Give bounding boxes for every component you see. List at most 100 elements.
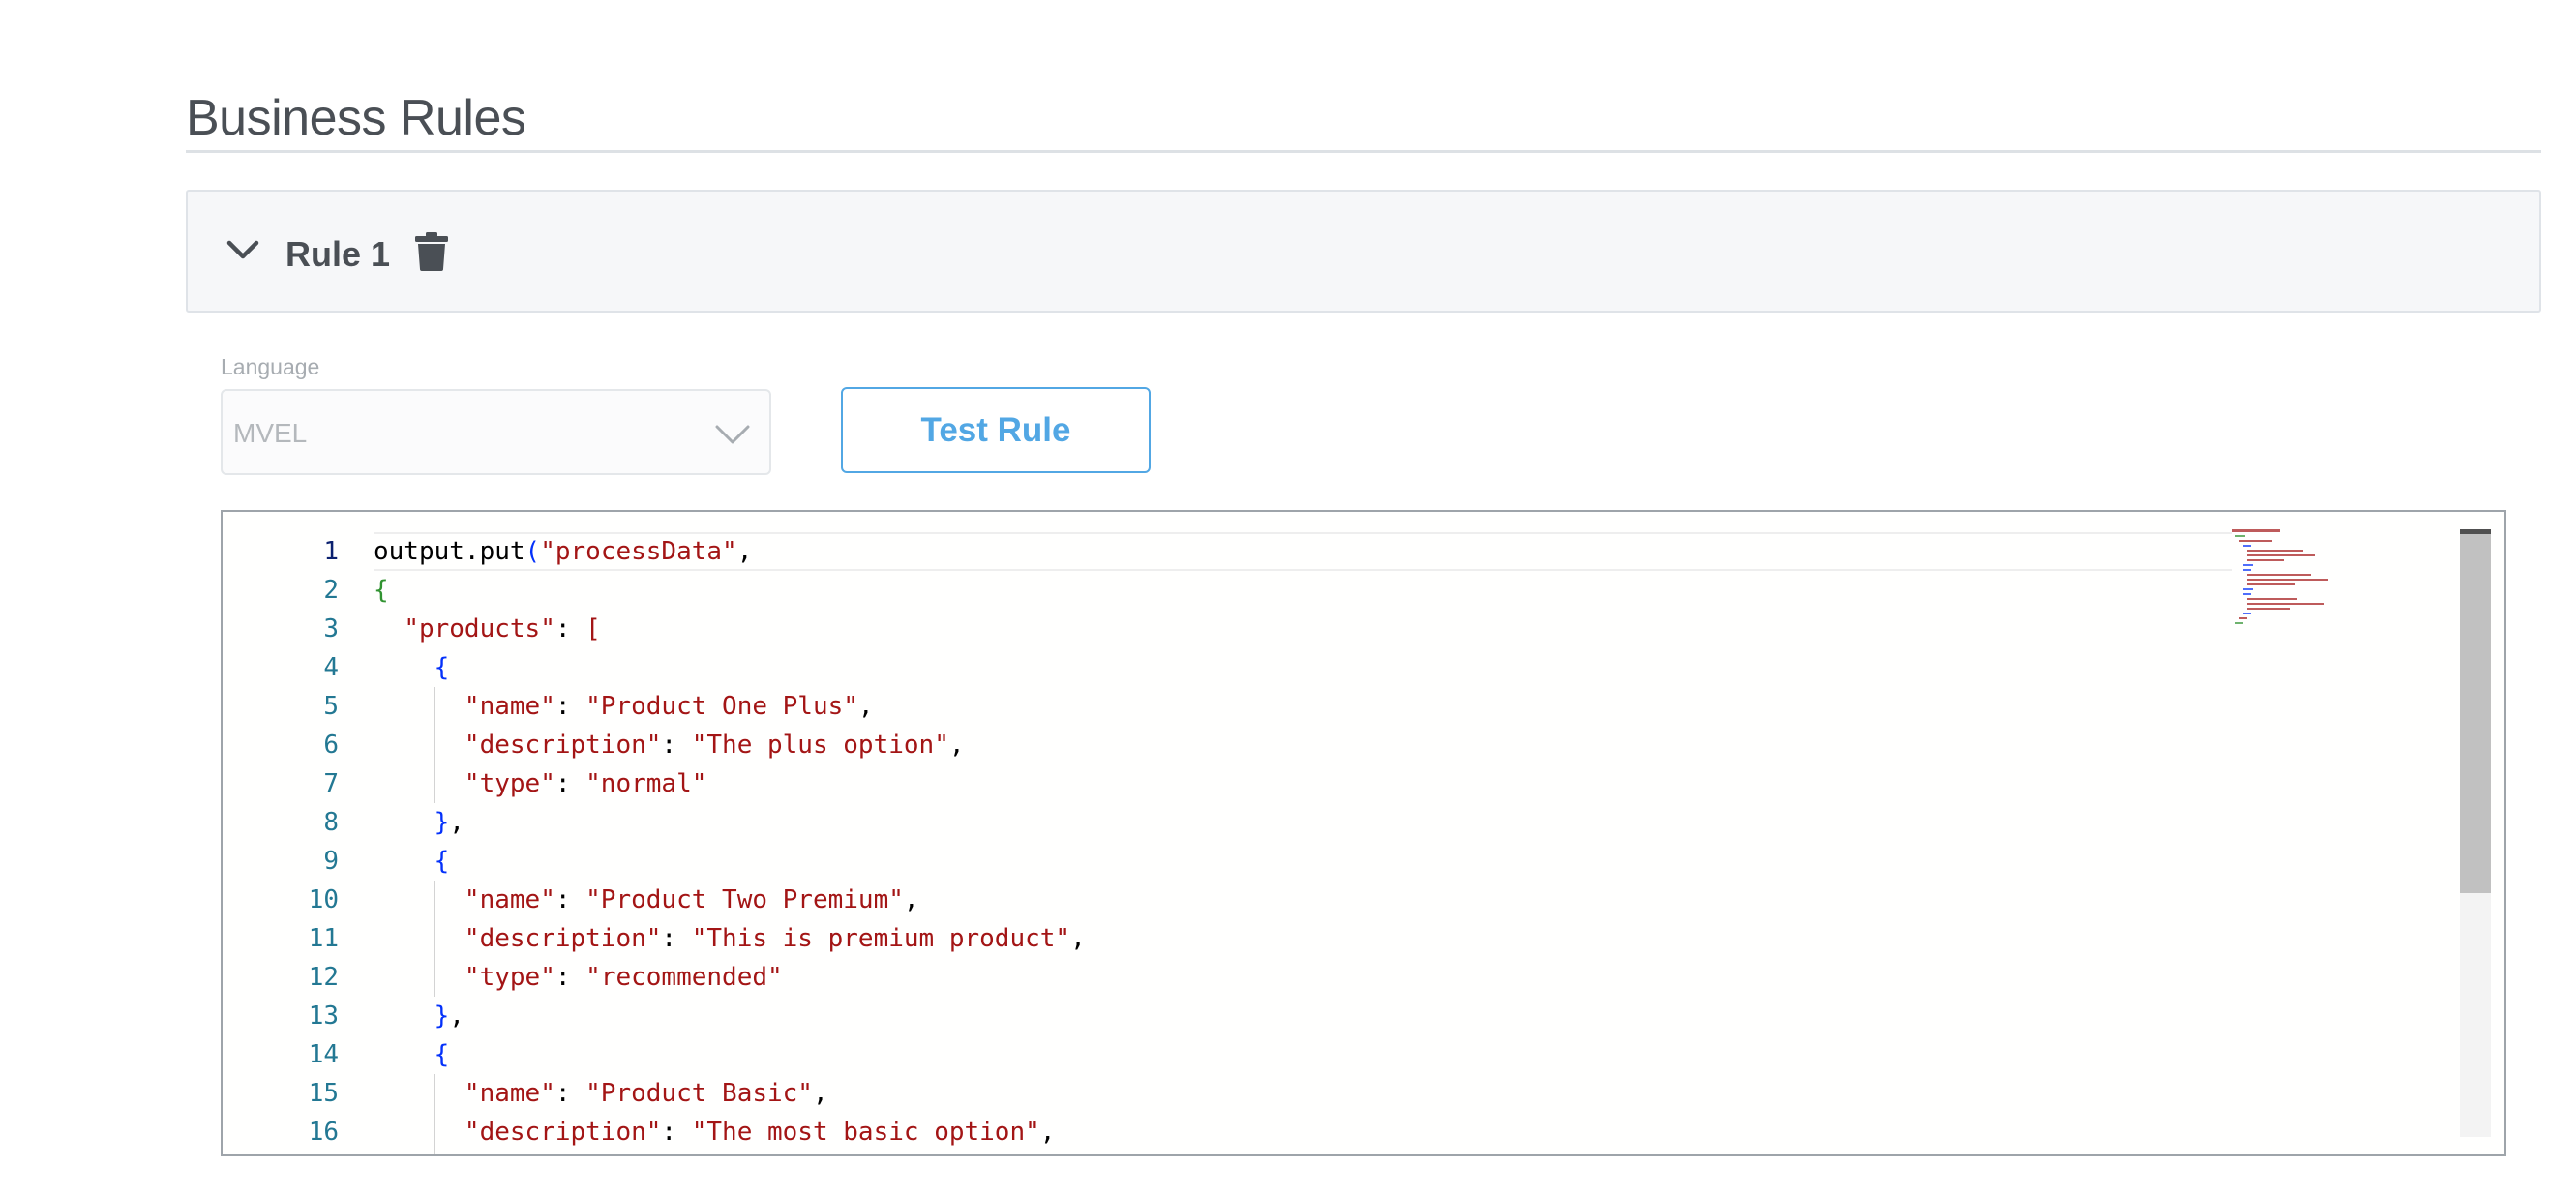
code-line[interactable]: "description": "This is premium product"… [374, 919, 1086, 958]
code-line[interactable]: "name": "Product One Plus", [374, 687, 874, 726]
code-token: , [1070, 924, 1086, 953]
code-line[interactable]: "description": "The most basic option", [374, 1113, 1056, 1151]
line-number: 16 [308, 1118, 339, 1147]
code-token: : [554, 614, 586, 643]
code-token: "type" [464, 963, 555, 992]
line-number: 15 [308, 1079, 339, 1108]
code-token: , [1039, 1118, 1056, 1147]
chevron-down-icon[interactable] [226, 238, 259, 261]
line-number: 5 [323, 692, 339, 721]
code-token: "name" [464, 692, 555, 721]
line-number: 7 [323, 769, 339, 798]
code-area[interactable]: output.put("processData", { "products": [… [374, 512, 2444, 1154]
code-token: "Product One Plus" [585, 692, 858, 721]
page-title: Business Rules [186, 90, 526, 146]
code-token: : [661, 1118, 692, 1147]
code-token: , [449, 808, 464, 837]
code-line[interactable]: "type": "normal" [374, 764, 706, 803]
code-token: , [812, 1079, 828, 1108]
scrollbar-thumb[interactable] [2460, 529, 2491, 893]
code-token: "name" [464, 1079, 555, 1108]
test-rule-button[interactable]: Test Rule [841, 387, 1151, 473]
code-token: { [434, 1040, 450, 1069]
code-token: { [434, 653, 450, 682]
code-token: "products" [404, 614, 555, 643]
language-label: Language [221, 354, 320, 379]
code-editor[interactable]: 1 2 3 4 5 6 7 8 9 10 11 12 13 14 15 16 output.put("proc… [221, 510, 2506, 1156]
indent-guide [434, 1074, 435, 1154]
line-number: 9 [323, 847, 339, 876]
line-number: 10 [308, 885, 339, 914]
code-line[interactable]: "products": [ [374, 610, 601, 648]
line-number: 3 [323, 614, 339, 643]
code-line[interactable]: { [374, 648, 450, 687]
code-token: "This is premium product" [691, 924, 1071, 953]
line-number: 11 [308, 924, 339, 953]
indent-guide [434, 687, 435, 803]
code-line[interactable]: }, [374, 803, 464, 842]
rule-title: Rule 1 [285, 234, 391, 274]
code-token: : [554, 692, 586, 721]
code-token: : [554, 963, 586, 992]
code-line[interactable]: }, [374, 997, 464, 1035]
code-token: "description" [464, 1118, 662, 1147]
code-token: : [661, 924, 692, 953]
code-token: , [857, 692, 874, 721]
code-token: "processData" [540, 537, 737, 566]
trash-icon[interactable] [414, 232, 449, 271]
code-token: ( [524, 537, 541, 566]
code-token: , [948, 731, 965, 760]
code-token: "description" [464, 731, 662, 760]
line-number-gutter: 1 2 3 4 5 6 7 8 9 10 11 12 13 14 15 16 [223, 512, 339, 1154]
line-number: 14 [308, 1040, 339, 1069]
indent-guide [434, 881, 435, 997]
code-token: : [554, 885, 586, 914]
rule-header[interactable]: Rule 1 [186, 190, 2541, 313]
code-token: , [736, 537, 753, 566]
line-number: 4 [323, 653, 339, 682]
line-number: 6 [323, 731, 339, 760]
code-token: { [434, 847, 450, 876]
title-divider [186, 150, 2541, 153]
editor-minimap[interactable] [2232, 529, 2386, 645]
code-line[interactable]: "description": "The plus option", [374, 726, 965, 764]
vertical-scrollbar[interactable] [2460, 529, 2491, 1137]
code-line[interactable]: "name": "Product Basic", [374, 1074, 828, 1113]
code-line[interactable]: output.put("processData", [374, 532, 752, 571]
code-token: "Product Two Premium" [585, 885, 904, 914]
code-line[interactable]: { [374, 842, 450, 881]
language-select[interactable]: MVEL [221, 389, 771, 475]
line-number: 8 [323, 808, 339, 837]
code-line[interactable]: { [374, 1035, 450, 1074]
line-number: 1 [323, 537, 339, 566]
chevron-down-icon [715, 425, 750, 444]
code-token: "The most basic option" [691, 1118, 1040, 1147]
code-token: "The plus option" [691, 731, 949, 760]
code-token: { [374, 576, 389, 605]
code-token: "normal" [585, 769, 707, 798]
code-token: } [434, 808, 450, 837]
code-token: "type" [464, 769, 555, 798]
line-number: 12 [308, 963, 339, 992]
code-line[interactable]: "name": "Product Two Premium", [374, 881, 919, 919]
code-token: , [449, 1002, 464, 1031]
code-line[interactable]: { [374, 571, 389, 610]
code-token: "Product Basic" [585, 1079, 813, 1108]
code-token: "description" [464, 924, 662, 953]
scrollbar-position-marker [2460, 529, 2491, 534]
code-token: : [554, 1079, 586, 1108]
line-number: 13 [308, 1002, 339, 1031]
code-token: } [434, 1002, 450, 1031]
code-token: : [554, 769, 586, 798]
code-token: [ [585, 614, 601, 643]
code-token: "name" [464, 885, 555, 914]
code-token: output.put [374, 537, 525, 566]
